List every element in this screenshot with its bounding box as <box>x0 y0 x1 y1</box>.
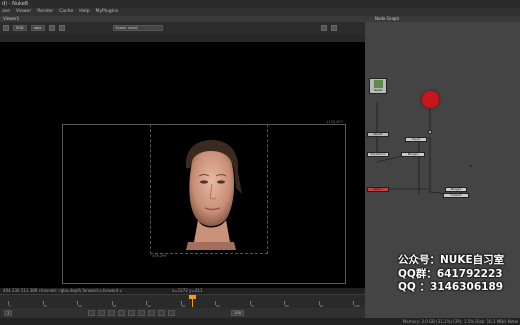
channel-sub-select[interactable]: rgba <box>30 25 45 31</box>
color-button[interactable] <box>48 25 55 31</box>
pixel-info-text: 404 230 511 389 channels: rgba,depth,for… <box>3 288 122 293</box>
watermark-line-qq-group: QQ群：641792223 <box>398 267 503 280</box>
watermark-line-qq: QQ ：3146306189 <box>398 281 504 293</box>
read6-label: Read6 <box>374 89 382 92</box>
node-copy1[interactable]: Copy1 <box>405 137 427 142</box>
viewer-menu-button[interactable] <box>3 25 9 31</box>
node-roto1[interactable]: Roto1 <box>367 187 389 192</box>
stop-button[interactable] <box>128 310 136 316</box>
node-transform1[interactable]: Transform1 <box>367 152 389 157</box>
status-bar: Memory: 3.0 GB (31.2%) CPU: 1.5% Disk: 1… <box>0 318 520 325</box>
face-image <box>185 140 242 250</box>
menu-item-render[interactable]: Render <box>37 8 53 16</box>
viewer-toolbar-secondary <box>0 34 365 42</box>
timeline[interactable]: 1 10 20 30 40 50 60 70 80 90 100 <box>0 294 365 308</box>
viewer-pin-button[interactable] <box>330 25 337 31</box>
memory-status: Memory: 3.0 GB (31.2%) CPU: 1.5% Disk: 1… <box>402 319 518 324</box>
menu-item-help[interactable]: Help <box>79 8 89 16</box>
viewer-node-dot[interactable] <box>422 91 439 108</box>
viewer-toolbar: RGB rgba Scant: rube1 <box>0 22 365 34</box>
viewer-settings-button[interactable] <box>320 25 327 31</box>
menu-item-ase[interactable]: ase <box>2 8 10 16</box>
dot-node[interactable] <box>428 130 432 134</box>
frame-end-field[interactable]: 100 <box>231 310 244 316</box>
next-frame-button[interactable] <box>148 310 156 316</box>
playback-controls: 1 100 <box>0 308 365 318</box>
first-frame-button[interactable] <box>88 310 96 316</box>
playhead-handle[interactable] <box>189 295 196 299</box>
play-forward-button[interactable] <box>138 310 146 316</box>
node-merge1[interactable]: Merge1 <box>401 152 425 157</box>
menu-bar: ase Viewer Render Cache Help MyPlugins <box>0 8 520 16</box>
last-frame-button[interactable] <box>168 310 176 316</box>
alpha-button[interactable] <box>58 25 65 31</box>
watermark-overlay: 公众号：NUKE自习室 QQ群：641792223 QQ ：3146306189 <box>398 254 520 295</box>
format-size-label: 1152,873 <box>326 120 343 124</box>
next-key-button[interactable] <box>158 310 166 316</box>
cursor-icon: ↖ <box>469 164 474 170</box>
node-merge2[interactable]: Merge2 <box>445 187 467 192</box>
bbox-label: 406,299 <box>152 254 167 258</box>
read6-thumb-image <box>374 80 383 88</box>
play-back-button[interactable] <box>118 310 126 316</box>
menu-item-myplugins[interactable]: MyPlugins <box>95 8 118 16</box>
input-select[interactable]: Scant: rube1 <box>112 25 163 31</box>
node-read1[interactable]: Read1 <box>367 132 389 137</box>
read6-thumbnail[interactable]: Read6 <box>369 78 387 94</box>
frame-start-field[interactable]: 1 <box>4 310 13 316</box>
prev-frame-button[interactable] <box>108 310 116 316</box>
timeline-ticks: 1 10 20 30 40 50 60 70 80 90 100 <box>0 295 365 309</box>
menu-item-viewer[interactable]: Viewer <box>16 8 31 16</box>
prev-key-button[interactable] <box>98 310 106 316</box>
watermark-line-wechat: 公众号：NUKE自习室 <box>398 254 505 266</box>
node-viewer1[interactable]: Viewer1 <box>443 193 469 198</box>
channels-select[interactable]: RGB <box>13 25 27 31</box>
menu-item-cache[interactable]: Cache <box>59 8 73 16</box>
window-title: d) - Nuke8 <box>0 0 520 8</box>
